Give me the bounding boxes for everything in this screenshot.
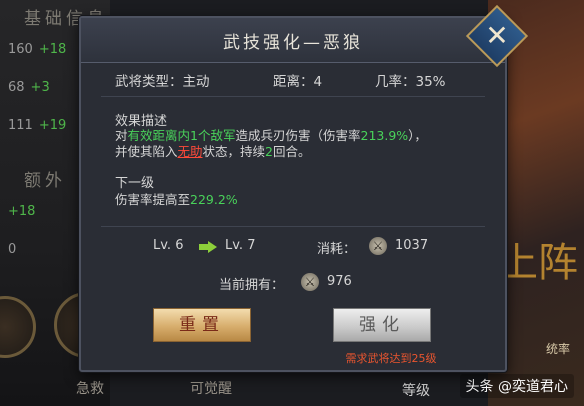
awaken-label: 可觉醒 [190, 381, 232, 397]
next-level-description: 伤害率提高至229.2% [115, 192, 238, 207]
effect-description-line2: 并使其陷入无助状态，持续2回合。 [115, 144, 311, 159]
level-cost-row: Lv. 6 Lv. 7 消耗： ⚔ 1037 [81, 237, 505, 258]
deploy-label[interactable]: 上阵 [498, 230, 578, 288]
upgrade-button[interactable]: 强化 [333, 308, 431, 342]
dialog-header: 武技强化—恶狼 [81, 18, 505, 63]
skill-upgrade-dialog: 武技强化—恶狼 ✕ 武将类型：主动 距离：4 几率：35% 效果描述 对有效距离… [79, 4, 529, 372]
divider [101, 96, 485, 97]
skill-book-icon: ⚔ [369, 237, 387, 255]
stat-row: 111 +19 [8, 118, 67, 133]
cost-value: 1037 [395, 238, 429, 253]
effect-description-line1: 对有效距离内1个敌军造成兵刃伤害（伤害率213.9%）， [115, 128, 427, 143]
owned-label: 当前拥有： [219, 278, 285, 293]
skill-book-icon: ⚔ [301, 273, 319, 291]
close-icon: ✕ [485, 19, 509, 52]
current-level: Lv. 6 [153, 238, 184, 253]
requirement-warning: 需求武将达到25级 [345, 352, 437, 365]
owned-value: 976 [327, 274, 352, 289]
cost-label: 消耗： [317, 242, 357, 257]
reset-button[interactable]: 重置 [153, 308, 251, 342]
watermark: 头条 @奕道君心 [459, 374, 574, 398]
level-label: 等级 [402, 383, 430, 399]
first-aid-label: 急救 [76, 381, 104, 397]
extra-stat: 0 [8, 242, 17, 257]
effect-heading: 效果描述 [115, 114, 168, 129]
skill-chance: 几率：35% [375, 74, 446, 90]
helpless-status-link[interactable]: 无助 [178, 144, 203, 159]
extra-stat: +18 [8, 204, 36, 219]
section-title-extra: 额外 [24, 171, 66, 191]
stat-row: 68 +3 [8, 80, 50, 95]
skill-range: 距离：4 [273, 74, 323, 90]
owned-row: 当前拥有： ⚔ 976 [81, 273, 505, 294]
arrow-right-icon [199, 241, 217, 253]
dialog-title: 武技强化—恶狼 [223, 33, 363, 53]
command-badge: 统率 [545, 342, 570, 356]
general-type: 武将类型：主动 [115, 74, 210, 90]
divider [101, 226, 485, 227]
next-level: Lv. 7 [225, 238, 256, 253]
next-level-heading: 下一级 [115, 176, 155, 191]
stat-row: 160 +18 [8, 42, 67, 57]
